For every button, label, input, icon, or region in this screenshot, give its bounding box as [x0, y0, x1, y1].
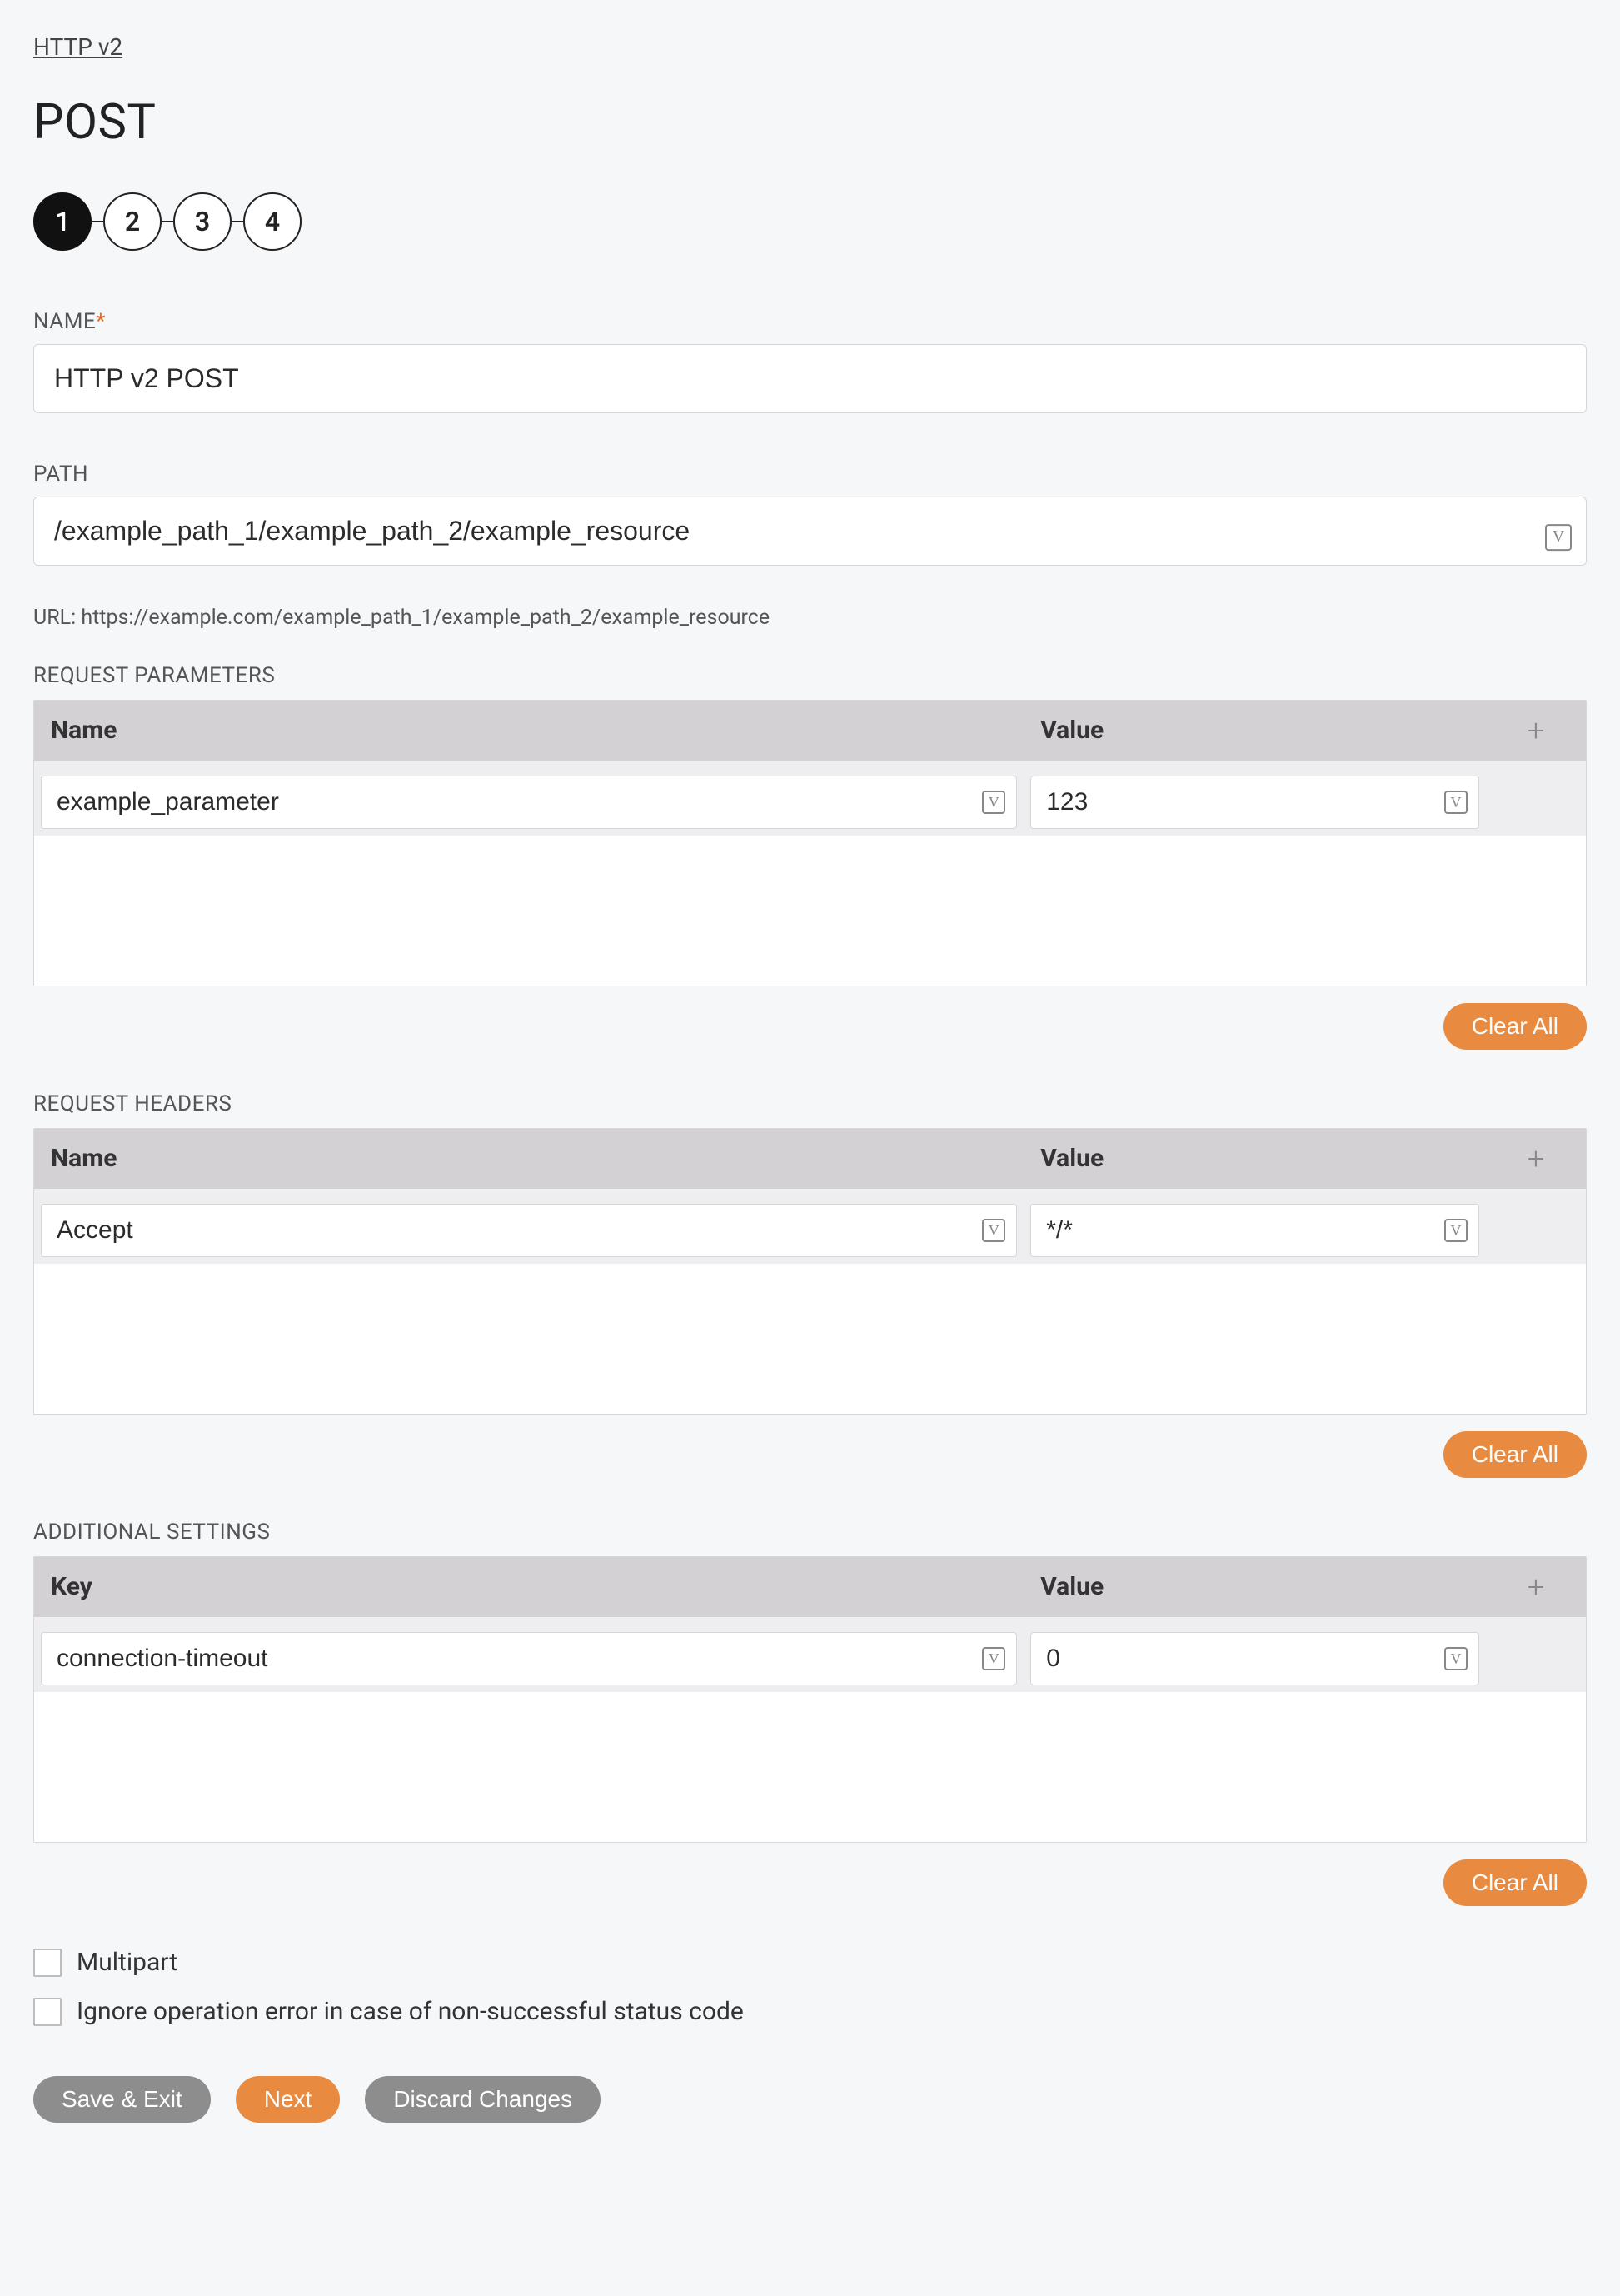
save-exit-button[interactable]: Save & Exit	[33, 2076, 211, 2123]
clear-all-parameters-button[interactable]: Clear All	[1443, 1003, 1587, 1050]
request-headers-grid: Name Value + V V	[33, 1128, 1587, 1415]
wizard-step-1[interactable]: 1	[33, 192, 92, 251]
checkbox-icon	[33, 1949, 62, 1977]
variable-picker-icon[interactable]: V	[1444, 1219, 1468, 1242]
grid-empty-area	[34, 1264, 1586, 1414]
variable-picker-icon[interactable]: V	[1545, 524, 1572, 551]
param-value-input[interactable]	[1030, 776, 1479, 829]
footer-button-bar: Save & Exit Next Discard Changes	[33, 2076, 1587, 2123]
header-name-input[interactable]	[41, 1204, 1017, 1257]
multipart-checkbox-row[interactable]: Multipart	[33, 1948, 1587, 1977]
discard-changes-button[interactable]: Discard Changes	[365, 2076, 601, 2123]
name-input[interactable]	[33, 344, 1587, 413]
request-parameters-label: REQUEST PARAMETERS	[33, 663, 1587, 688]
variable-picker-icon[interactable]: V	[982, 1647, 1005, 1670]
wizard-step-3[interactable]: 3	[173, 192, 232, 251]
path-field-label: PATH	[33, 462, 1587, 487]
column-header-name: Name	[34, 701, 1024, 761]
name-field-label: NAME*	[33, 309, 1587, 334]
add-row-button[interactable]: +	[1486, 701, 1586, 761]
grid-empty-area	[34, 836, 1586, 986]
required-marker: *	[96, 309, 106, 334]
plus-icon: +	[1528, 716, 1544, 746]
table-row: V V	[34, 769, 1586, 836]
variable-picker-icon[interactable]: V	[982, 791, 1005, 814]
path-url-hint: URL: https://example.com/example_path_1/…	[33, 606, 1587, 630]
breadcrumb-link[interactable]: HTTP v2	[33, 33, 122, 61]
column-header-value: Value	[1024, 701, 1486, 761]
table-row: V V	[34, 1197, 1586, 1264]
name-field-label-text: NAME	[33, 309, 96, 334]
variable-picker-icon[interactable]: V	[982, 1219, 1005, 1242]
column-header-value: Value	[1024, 1129, 1486, 1189]
stepper-connector	[162, 221, 173, 222]
ignore-error-checkbox-row[interactable]: Ignore operation error in case of non-su…	[33, 1997, 1587, 2026]
request-parameters-grid: Name Value + V V	[33, 700, 1587, 986]
wizard-step-2[interactable]: 2	[103, 192, 162, 251]
plus-icon: +	[1528, 1144, 1544, 1174]
add-row-button[interactable]: +	[1486, 1557, 1586, 1617]
clear-all-settings-button[interactable]: Clear All	[1443, 1859, 1587, 1906]
setting-key-input[interactable]	[41, 1632, 1017, 1685]
column-header-value: Value	[1024, 1557, 1486, 1617]
table-row: V V	[34, 1625, 1586, 1692]
stepper-connector	[232, 221, 243, 222]
column-header-key: Key	[34, 1557, 1024, 1617]
next-button[interactable]: Next	[236, 2076, 341, 2123]
checkbox-icon	[33, 1998, 62, 2026]
additional-settings-grid: Key Value + V V	[33, 1556, 1587, 1843]
multipart-checkbox-label: Multipart	[77, 1948, 177, 1977]
param-name-input[interactable]	[41, 776, 1017, 829]
header-value-input[interactable]	[1030, 1204, 1479, 1257]
stepper-connector	[92, 221, 103, 222]
additional-settings-label: ADDITIONAL SETTINGS	[33, 1520, 1587, 1545]
variable-picker-icon[interactable]: V	[1444, 791, 1468, 814]
wizard-stepper: 1 2 3 4	[33, 192, 1587, 251]
request-headers-label: REQUEST HEADERS	[33, 1091, 1587, 1116]
page-title: POST	[33, 94, 1587, 151]
add-row-button[interactable]: +	[1486, 1129, 1586, 1189]
path-input[interactable]	[33, 497, 1587, 566]
ignore-error-checkbox-label: Ignore operation error in case of non-su…	[77, 1997, 744, 2026]
clear-all-headers-button[interactable]: Clear All	[1443, 1431, 1587, 1478]
variable-picker-icon[interactable]: V	[1444, 1647, 1468, 1670]
plus-icon: +	[1528, 1572, 1544, 1602]
wizard-step-4[interactable]: 4	[243, 192, 302, 251]
column-header-name: Name	[34, 1129, 1024, 1189]
grid-empty-area	[34, 1692, 1586, 1842]
setting-value-input[interactable]	[1030, 1632, 1479, 1685]
